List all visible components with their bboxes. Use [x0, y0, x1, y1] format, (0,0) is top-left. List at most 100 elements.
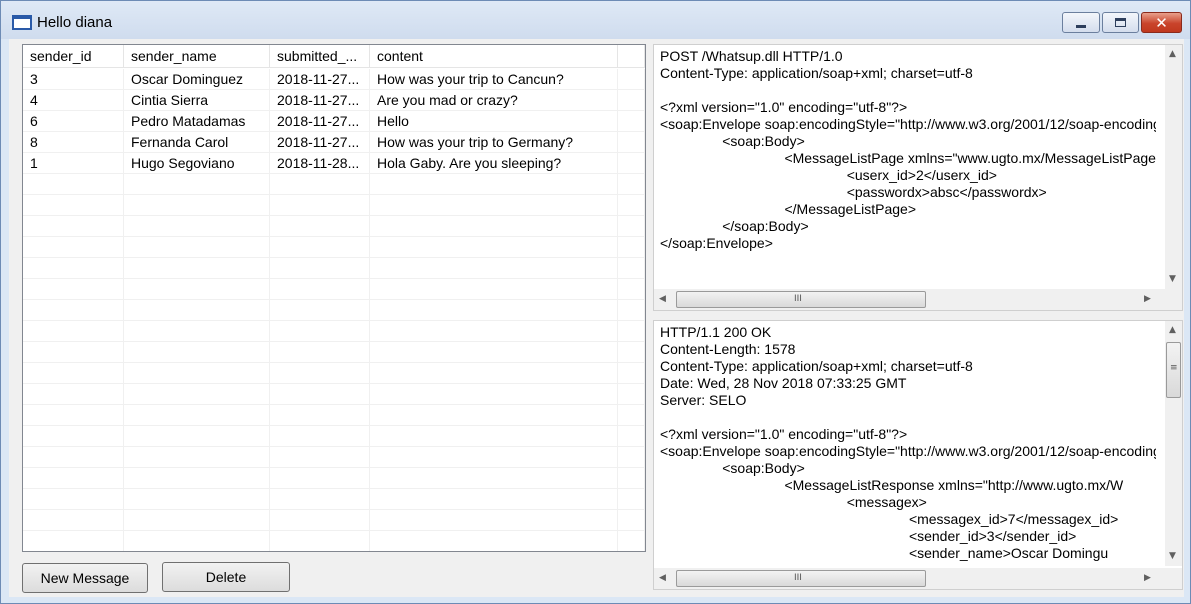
response-scroll-thumb[interactable]: III: [676, 570, 926, 587]
table-cell[interactable]: [270, 216, 370, 237]
table-cell[interactable]: [270, 174, 370, 195]
scroll-down-icon[interactable]: ▼: [1169, 274, 1176, 284]
request-scroll-thumb[interactable]: III: [676, 291, 926, 308]
table-cell[interactable]: [370, 300, 618, 321]
table-cell[interactable]: [618, 237, 645, 258]
column-header-sender-name[interactable]: sender_name: [124, 45, 270, 68]
column-header-submitted[interactable]: submitted_...: [270, 45, 370, 68]
table-cell[interactable]: [618, 153, 645, 174]
request-vertical-scrollbar[interactable]: ▲ ▼: [1165, 45, 1182, 289]
table-row[interactable]: [23, 363, 645, 384]
scroll-up-icon[interactable]: ▲: [1169, 49, 1176, 59]
table-cell[interactable]: [23, 342, 124, 363]
table-cell[interactable]: [23, 321, 124, 342]
table-cell[interactable]: 2018-11-28...: [270, 153, 370, 174]
table-cell[interactable]: [270, 531, 370, 551]
response-vertical-scrollbar[interactable]: ▲ ≡ ▼: [1165, 321, 1182, 566]
table-row[interactable]: [23, 489, 645, 510]
table-row[interactable]: [23, 384, 645, 405]
table-row[interactable]: [23, 447, 645, 468]
table-row[interactable]: [23, 174, 645, 195]
table-row[interactable]: [23, 321, 645, 342]
table-row[interactable]: 6 Pedro Matadamas 2018-11-27... Hello: [23, 111, 645, 132]
table-cell[interactable]: [270, 342, 370, 363]
table-cell[interactable]: [370, 510, 618, 531]
table-cell[interactable]: [270, 426, 370, 447]
table-cell[interactable]: [270, 468, 370, 489]
table-cell[interactable]: [23, 237, 124, 258]
table-cell[interactable]: 2018-11-27...: [270, 90, 370, 111]
table-cell[interactable]: [124, 258, 270, 279]
scroll-left-icon[interactable]: ◀: [659, 573, 666, 583]
table-cell[interactable]: [124, 363, 270, 384]
table-row[interactable]: 4 Cintia Sierra 2018-11-27... Are you mad o…: [23, 90, 645, 111]
table-row[interactable]: [23, 300, 645, 321]
table-cell[interactable]: [124, 447, 270, 468]
request-text[interactable]: POST /Whatsup.dll HTTP/1.0 Content-Type:…: [660, 48, 1156, 286]
response-vscroll-thumb[interactable]: ≡: [1166, 342, 1181, 398]
table-cell[interactable]: [23, 384, 124, 405]
table-cell[interactable]: [270, 363, 370, 384]
table-cell[interactable]: [618, 342, 645, 363]
table-cell[interactable]: Oscar Dominguez: [124, 69, 270, 90]
table-cell[interactable]: [270, 489, 370, 510]
table-cell[interactable]: [618, 426, 645, 447]
table-cell[interactable]: [370, 321, 618, 342]
table-row[interactable]: [23, 258, 645, 279]
column-header-sender-id[interactable]: sender_id: [23, 45, 124, 68]
table-cell[interactable]: [23, 510, 124, 531]
table-cell[interactable]: [618, 111, 645, 132]
table-cell[interactable]: [270, 237, 370, 258]
table-cell[interactable]: [124, 195, 270, 216]
table-row[interactable]: [23, 510, 645, 531]
table-cell[interactable]: [618, 279, 645, 300]
table-cell[interactable]: Pedro Matadamas: [124, 111, 270, 132]
table-cell[interactable]: Cintia Sierra: [124, 90, 270, 111]
table-cell[interactable]: [23, 363, 124, 384]
table-cell[interactable]: [370, 363, 618, 384]
table-cell[interactable]: [370, 258, 618, 279]
request-horizontal-scrollbar[interactable]: ◀ III ▶: [654, 289, 1182, 310]
table-cell[interactable]: [618, 531, 645, 551]
table-cell[interactable]: [270, 258, 370, 279]
table-cell[interactable]: 2018-11-27...: [270, 69, 370, 90]
table-cell[interactable]: [23, 405, 124, 426]
table-cell[interactable]: [23, 174, 124, 195]
table-cell[interactable]: [23, 531, 124, 551]
table-cell[interactable]: [618, 468, 645, 489]
table-cell[interactable]: [618, 90, 645, 111]
table-cell[interactable]: [23, 426, 124, 447]
table-cell[interactable]: [370, 447, 618, 468]
table-cell[interactable]: [124, 174, 270, 195]
table-cell[interactable]: [124, 468, 270, 489]
scroll-left-icon[interactable]: ◀: [659, 294, 666, 304]
table-cell[interactable]: [618, 174, 645, 195]
column-header-content[interactable]: content: [370, 45, 618, 68]
table-row[interactable]: [23, 195, 645, 216]
table-cell[interactable]: [23, 447, 124, 468]
table-cell[interactable]: [124, 279, 270, 300]
table-cell[interactable]: [370, 426, 618, 447]
table-cell[interactable]: 6: [23, 111, 124, 132]
table-cell[interactable]: Hugo Segoviano: [124, 153, 270, 174]
table-cell[interactable]: [370, 489, 618, 510]
table-cell[interactable]: [370, 405, 618, 426]
table-cell[interactable]: [618, 405, 645, 426]
scroll-up-icon[interactable]: ▲: [1169, 325, 1176, 335]
table-row[interactable]: [23, 216, 645, 237]
delete-button[interactable]: Delete: [162, 562, 290, 592]
table-cell[interactable]: [370, 174, 618, 195]
table-cell[interactable]: [124, 489, 270, 510]
table-row[interactable]: 3 Oscar Dominguez 2018-11-27... How was you…: [23, 69, 645, 90]
table-row[interactable]: [23, 279, 645, 300]
table-cell[interactable]: How was your trip to Germany?: [370, 132, 618, 153]
table-cell[interactable]: [23, 468, 124, 489]
table-cell[interactable]: [370, 237, 618, 258]
table-cell[interactable]: [270, 195, 370, 216]
table-row[interactable]: [23, 426, 645, 447]
table-cell[interactable]: [23, 258, 124, 279]
table-row[interactable]: [23, 342, 645, 363]
table-row[interactable]: 1 Hugo Segoviano 2018-11-28... Hola Gaby. A…: [23, 153, 645, 174]
table-row[interactable]: [23, 405, 645, 426]
table-cell[interactable]: [618, 447, 645, 468]
